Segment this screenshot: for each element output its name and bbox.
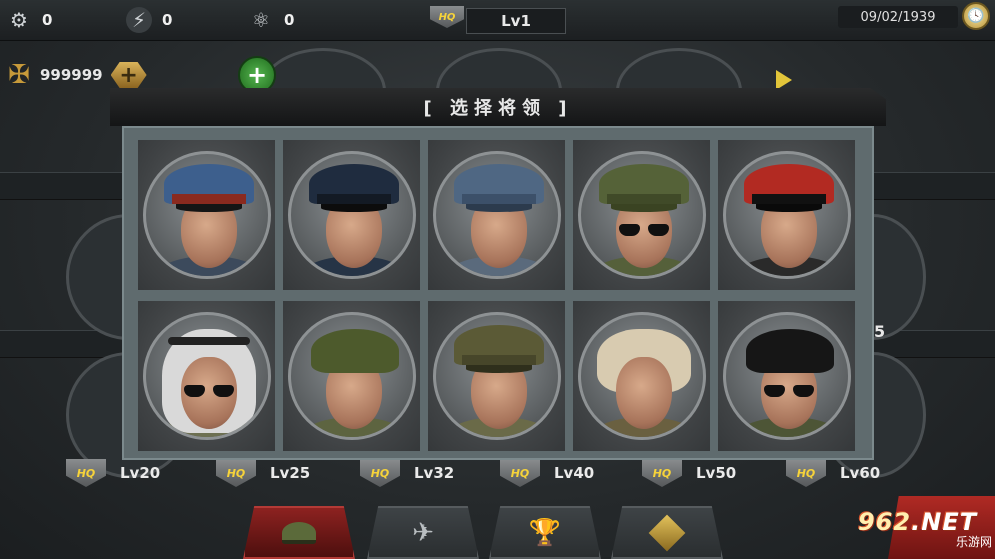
general-card[interactable] [573, 140, 710, 290]
general-card[interactable] [283, 140, 420, 290]
general-portrait [432, 312, 561, 440]
general-portrait [287, 151, 416, 279]
cap-band [171, 194, 246, 204]
sunglasses-icon [618, 224, 669, 236]
cap-band [461, 194, 536, 204]
watermark-logo: 962.NET 乐游网 [858, 508, 992, 556]
general-card[interactable] [283, 301, 420, 451]
agal [167, 337, 250, 345]
cap-brim [465, 365, 532, 373]
general-card[interactable] [718, 301, 855, 451]
general-card[interactable] [138, 301, 275, 451]
general-portrait [722, 151, 851, 279]
beret-black-cap-icon [745, 329, 834, 373]
cap-brim [755, 204, 822, 212]
sunglasses-icon [763, 385, 814, 397]
general-portrait [432, 151, 561, 279]
cap-band [316, 194, 391, 204]
general-portrait [722, 312, 851, 440]
general-card[interactable] [573, 301, 710, 451]
general-card[interactable] [718, 140, 855, 290]
cap-band [461, 355, 536, 365]
general-card[interactable] [428, 301, 565, 451]
cap-brim [465, 204, 532, 212]
cap-band [751, 194, 826, 204]
general-card[interactable] [138, 140, 275, 290]
general-portrait [142, 151, 271, 279]
cap-brim [610, 204, 677, 212]
general-portrait [577, 312, 706, 440]
cap-band [606, 194, 681, 204]
general-grid [138, 140, 858, 451]
sunglasses-icon [183, 385, 234, 397]
watermark-number: 962 [858, 508, 912, 536]
modal-title: [ 选择将领 ] [423, 98, 573, 119]
watermark-suffix: .NET [911, 508, 978, 536]
modal-header: [ 选择将领 ] [110, 88, 886, 126]
general-portrait [577, 151, 706, 279]
cap-brim [175, 204, 242, 212]
cap-brim [320, 204, 387, 212]
general-portrait [287, 312, 416, 440]
helmet-olive-cap-icon [310, 329, 399, 373]
face [615, 357, 672, 429]
general-portrait [142, 312, 271, 440]
general-card[interactable] [428, 140, 565, 290]
